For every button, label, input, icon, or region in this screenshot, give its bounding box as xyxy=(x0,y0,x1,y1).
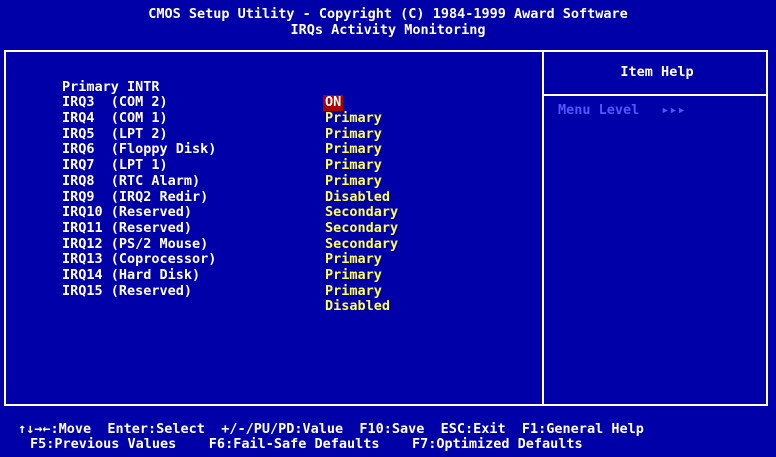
title-bar: CMOS Setup Utility - Copyright (C) 1984-… xyxy=(0,0,776,46)
setting-row-irq9[interactable]: IRQ9 (IRQ2 Redir) Secondary xyxy=(62,174,532,220)
page-title: IRQs Activity Monitoring xyxy=(290,22,486,38)
vertical-divider xyxy=(542,52,544,404)
setting-value[interactable]: Primary xyxy=(325,283,382,300)
setting-row-irq12[interactable]: IRQ12 (PS/2 Mouse) Primary xyxy=(62,221,532,267)
settings-frame: Primary INTR ON IRQ3 (COM 2) Primary IRQ… xyxy=(4,50,768,406)
setting-label: IRQ15 (Reserved) xyxy=(62,282,193,299)
setting-row-irq7[interactable]: IRQ7 (LPT 1) Primary xyxy=(62,142,532,188)
setting-row-irq10[interactable]: IRQ10 (Reserved) Secondary xyxy=(62,190,532,235)
setting-row-irq15[interactable]: IRQ15 (Reserved) Disabled xyxy=(62,268,532,314)
setting-row-irq13[interactable]: IRQ13 (Coprocessor) Primary xyxy=(62,237,532,283)
utility-title: CMOS Setup Utility - Copyright (C) 1984-… xyxy=(148,6,628,22)
menu-level: Menu Level ▸▸▸ xyxy=(558,102,686,118)
settings-list: Primary INTR ON IRQ3 (COM 2) Primary IRQ… xyxy=(62,64,532,314)
setting-row-irq3[interactable]: IRQ3 (COM 2) Primary xyxy=(62,80,532,126)
setting-row-irq6[interactable]: IRQ6 (Floppy Disk) Primary xyxy=(62,127,532,173)
key-help-line-1: ↑↓→←:Move Enter:Select +/-/PU/PD:Value F… xyxy=(18,421,644,437)
menu-level-label: Menu Level xyxy=(558,102,640,118)
setting-row-irq5[interactable]: IRQ5 (LPT 2) Primary xyxy=(62,111,532,157)
setting-row-irq11[interactable]: IRQ11 (Reserved) Secondary xyxy=(62,205,532,251)
setting-value[interactable]: Disabled xyxy=(325,299,390,315)
setting-row-irq14[interactable]: IRQ14 (Hard Disk) Primary xyxy=(62,252,532,298)
menu-level-arrows-icon: ▸▸▸ xyxy=(661,102,686,118)
help-divider xyxy=(544,94,766,96)
main-panel: Primary INTR ON IRQ3 (COM 2) Primary IRQ… xyxy=(0,46,776,410)
item-help-title: Item Help xyxy=(620,64,694,80)
key-help-bar: ↑↓→←:Move Enter:Select +/-/PU/PD:Value F… xyxy=(0,410,776,457)
key-help-line-2: F5:Previous Values F6:Fail-Safe Defaults… xyxy=(30,436,583,452)
setting-row-irq8[interactable]: IRQ8 (RTC Alarm) Disabled xyxy=(62,158,532,204)
setting-row-primary-intr[interactable]: Primary INTR ON xyxy=(62,64,532,112)
setting-row-irq4[interactable]: IRQ4 (COM 1) Primary xyxy=(62,95,532,141)
